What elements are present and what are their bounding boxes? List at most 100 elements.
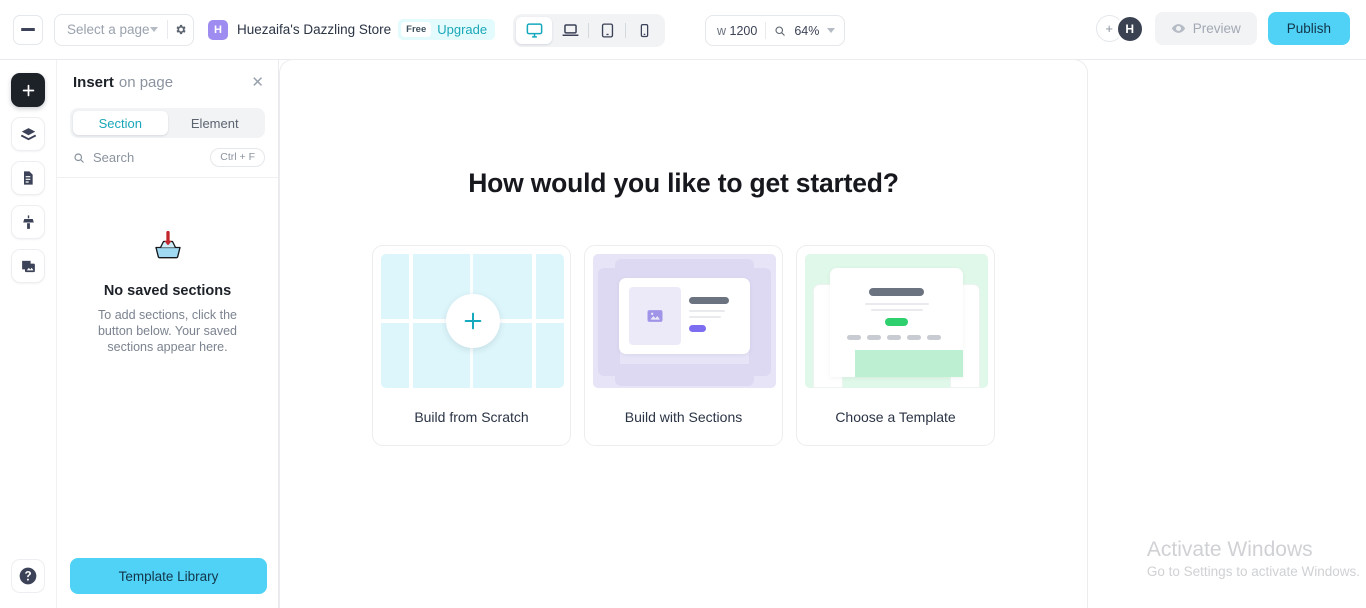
avatar: H (208, 19, 228, 40)
panel-title-main: Insert (73, 73, 114, 91)
page-settings-button[interactable] (167, 23, 193, 36)
section-block (615, 364, 754, 386)
plus-icon (22, 84, 34, 96)
rail-item-media[interactable] (11, 249, 45, 283)
panel-title-suffix: on page (118, 73, 174, 91)
paint-brush-icon (22, 214, 34, 229)
text-line (871, 309, 923, 311)
laptop-icon (562, 24, 578, 37)
divider (765, 22, 767, 39)
text-line (865, 303, 929, 305)
store-info[interactable]: H Huezaifa's Dazzling Store (208, 19, 392, 40)
mobile-icon (640, 23, 648, 38)
rail-item-theme[interactable] (11, 205, 45, 239)
layers-icon (20, 127, 36, 140)
section-preview-card (619, 278, 750, 354)
publish-button[interactable]: Publish (1267, 12, 1350, 45)
device-tablet-button[interactable] (589, 17, 625, 44)
card-label: Choose a Template (835, 408, 956, 425)
dash-segment (847, 335, 861, 340)
viewport-zoom-control[interactable]: w 1200 64% (705, 15, 846, 46)
card-choose-a-template[interactable]: Choose a Template (796, 245, 995, 446)
upgrade-link[interactable]: Upgrade (437, 22, 487, 37)
heading-bar (869, 288, 924, 296)
template-library-button[interactable]: Template Library (70, 558, 267, 594)
getting-started-panel: How would you like to get started? Build… (280, 60, 1087, 446)
windows-activation-watermark: Activate Windows Go to Settings to activ… (1147, 536, 1360, 581)
template-thumbnail (805, 254, 988, 388)
text-line (689, 316, 721, 318)
page-select-dropdown[interactable]: Select a page (54, 13, 194, 46)
viewport-width-label: w 1200 (717, 24, 757, 38)
card-label: Build from Scratch (414, 408, 529, 425)
help-button[interactable] (11, 559, 45, 593)
search-input[interactable]: Search (93, 150, 134, 165)
card-build-from-scratch[interactable]: Build from Scratch (372, 245, 571, 446)
eye-icon (1171, 24, 1185, 33)
device-laptop-button[interactable] (552, 17, 588, 44)
page-title: How would you like to get started? (468, 168, 899, 198)
rail-item-layers[interactable] (11, 117, 45, 151)
section-block (749, 268, 771, 376)
zoom-level-value: 64% (794, 23, 820, 38)
inbox-download-icon (154, 230, 181, 259)
footer-block (855, 350, 963, 377)
empty-state-description: To add sections, click the button below.… (97, 308, 237, 354)
device-mobile-button[interactable] (626, 17, 662, 44)
template-library-label: Template Library (118, 568, 219, 584)
editor-canvas: How would you like to get started? Build… (279, 59, 1088, 608)
gear-icon (176, 24, 186, 35)
document-icon (24, 171, 33, 185)
dash-segment (887, 335, 901, 340)
dash-segment (927, 335, 941, 340)
page-select-label: Select a page (67, 22, 150, 37)
insert-panel-header: Insert on page ✕ (57, 60, 278, 104)
search-shortcut-hint: Ctrl + F (210, 148, 265, 167)
add-section-affordance (445, 294, 500, 348)
preview-label: Preview (1192, 21, 1241, 36)
preview-button[interactable]: Preview (1154, 12, 1257, 45)
button-pill (689, 325, 706, 332)
image-icon (647, 310, 663, 322)
text-line (689, 310, 725, 312)
chevron-down-icon[interactable] (827, 28, 836, 33)
rail-item-pages[interactable] (11, 161, 45, 195)
insert-panel: Insert on page ✕ Section Element Search C… (56, 60, 279, 608)
section-block (598, 268, 620, 376)
rail-item-add[interactable] (11, 73, 45, 107)
question-circle-icon (19, 567, 37, 585)
tab-element[interactable]: Element (168, 111, 263, 135)
watermark-title: Activate Windows (1146, 538, 1313, 561)
card-label: Build with Sections (624, 408, 743, 425)
start-option-cards: Build from Scratch Build with Sections C… (280, 245, 1087, 446)
menu-toggle-button[interactable] (13, 14, 43, 45)
button-pill (885, 318, 908, 326)
card-build-with-sections[interactable]: Build with Sections (584, 245, 783, 446)
insert-tabs: Section Element (70, 108, 265, 138)
search-row[interactable]: Search Ctrl + F (57, 138, 278, 178)
plus-icon (464, 312, 481, 330)
app-root: Select a page H Huezaifa's Dazzling Stor… (0, 0, 1366, 608)
store-name: Huezaifa's Dazzling Store (237, 22, 392, 37)
collaborator-group[interactable]: + H (1095, 14, 1144, 43)
dash-segment (907, 335, 921, 340)
viewport-width-value: 1200 (729, 23, 758, 38)
avatar[interactable]: H (1115, 14, 1144, 43)
panel-title: Insert on page (73, 74, 173, 91)
close-icon[interactable]: ✕ (251, 75, 264, 90)
hamburger-icon (21, 27, 35, 32)
desktop-icon (526, 23, 542, 38)
tab-section[interactable]: Section (73, 111, 168, 135)
device-desktop-button[interactable] (516, 17, 552, 44)
publish-label: Publish (1286, 21, 1331, 36)
magnifier-icon (775, 25, 786, 36)
grid-plus-thumbnail (381, 254, 564, 388)
media-stack-icon (21, 260, 35, 272)
plan-badge[interactable]: Free Upgrade (398, 19, 496, 40)
top-bar-actions: + H Preview Publish (1095, 12, 1350, 45)
chevron-down-icon (149, 27, 158, 32)
heading-bar (689, 297, 729, 304)
watermark-subtitle: Go to Settings to activate Windows. (1146, 564, 1360, 579)
tool-rail-items (0, 60, 56, 283)
tablet-icon (601, 23, 613, 38)
